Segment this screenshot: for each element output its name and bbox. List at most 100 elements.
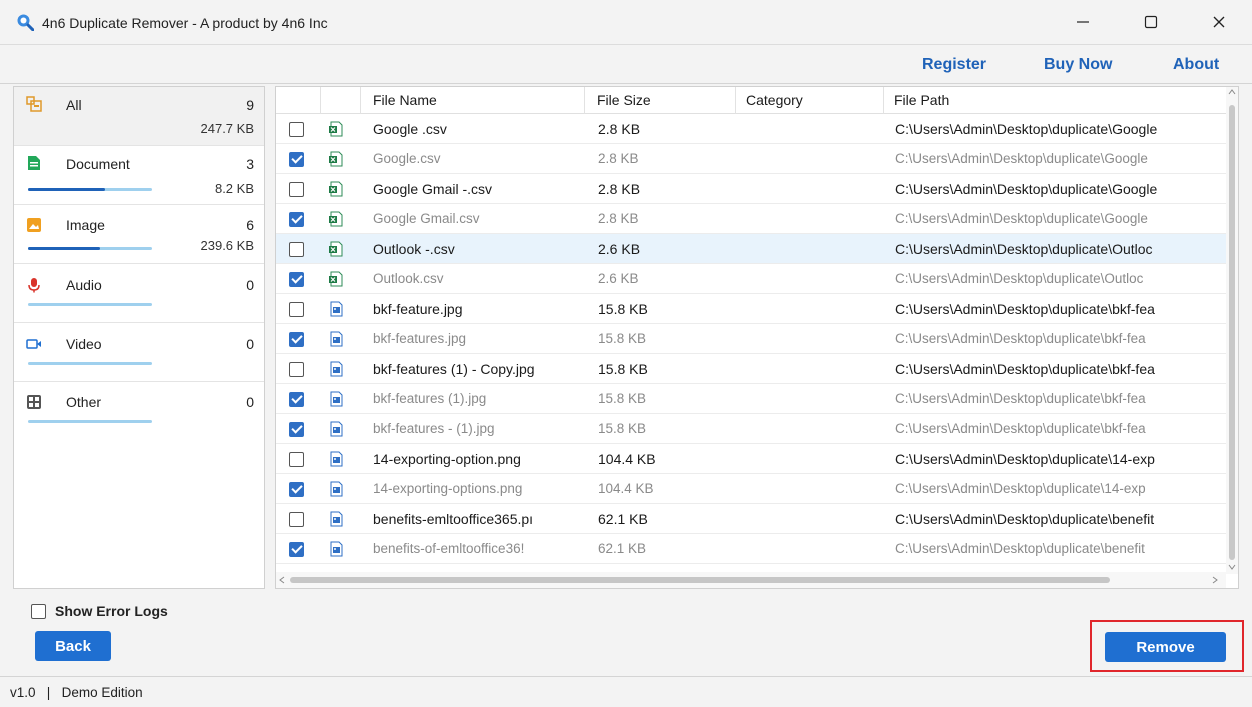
- table-row[interactable]: benefits-emltooffice365.pı 62.1 KB C:\User…: [276, 504, 1226, 534]
- file-name-cell: Outlook -.csv: [373, 241, 455, 257]
- row-checkbox[interactable]: [289, 242, 304, 257]
- table-row[interactable]: Outlook -.csv 2.6 KB C:\Users\Admin\Deskto…: [276, 234, 1226, 264]
- file-path-cell: C:\Users\Admin\Desktop\duplicate\bkf-fea: [895, 301, 1155, 317]
- file-path-cell: C:\Users\Admin\Desktop\duplicate\bkf-fea: [895, 391, 1146, 406]
- table-row[interactable]: bkf-feature.jpg 15.8 KB C:\Users\Admin\Des…: [276, 294, 1226, 324]
- row-checkbox[interactable]: [289, 182, 304, 197]
- sidebar-item-label: Document: [66, 156, 130, 172]
- table-row[interactable]: Outlook.csv 2.6 KB C:\Users\Admin\Desktop\…: [276, 264, 1226, 294]
- table-row[interactable]: 14-exporting-option.png 104.4 KB C:\Users\…: [276, 444, 1226, 474]
- row-checkbox[interactable]: [289, 392, 304, 407]
- row-checkbox[interactable]: [289, 362, 304, 377]
- row-checkbox[interactable]: [289, 302, 304, 317]
- file-size-cell: 15.8 KB: [598, 301, 648, 317]
- row-checkbox[interactable]: [289, 482, 304, 497]
- file-name-cell: Google .csv: [373, 121, 447, 137]
- category-sidebar: All 9 247.7 KB Document 3 8.2 KB Image 6…: [13, 86, 265, 589]
- file-name-cell: bkf-features (1) - Copy.jpg: [373, 361, 535, 377]
- show-error-logs-checkbox[interactable]: [31, 604, 46, 619]
- sidebar-item-video[interactable]: Video 0: [14, 323, 264, 382]
- file-path-cell: C:\Users\Admin\Desktop\duplicate\Outloc: [895, 241, 1153, 257]
- table-row[interactable]: benefits-of-emltooffice36! 62.1 KB C:\User…: [276, 534, 1226, 564]
- status-bar: v1.0 | Demo Edition: [0, 676, 1252, 707]
- table-row[interactable]: bkf-features (1).jpg 15.8 KB C:\Users\Admi…: [276, 384, 1226, 414]
- table-row[interactable]: bkf-features (1) - Copy.jpg 15.8 KB C:\Use…: [276, 354, 1226, 384]
- sidebar-item-image[interactable]: Image 6 239.6 KB: [14, 205, 264, 264]
- table-row[interactable]: Google .csv 2.8 KB C:\Users\Admin\Desktop\…: [276, 114, 1226, 144]
- sidebar-item-label: Other: [66, 394, 102, 410]
- row-checkbox[interactable]: [289, 332, 304, 347]
- csv-file-icon: [329, 181, 343, 197]
- close-button[interactable]: [1196, 0, 1242, 44]
- buy-now-link[interactable]: Buy Now: [1044, 56, 1112, 74]
- about-link[interactable]: About: [1173, 56, 1219, 74]
- column-divider: [584, 87, 585, 114]
- row-checkbox[interactable]: [289, 542, 304, 557]
- status-separator: |: [46, 685, 51, 700]
- row-checkbox[interactable]: [289, 512, 304, 527]
- file-name-cell: bkf-features (1).jpg: [373, 391, 487, 406]
- file-size-cell: 104.4 KB: [598, 451, 656, 467]
- document-icon: [28, 156, 40, 170]
- row-checkbox[interactable]: [289, 452, 304, 467]
- show-error-logs-label[interactable]: Show Error Logs: [55, 603, 168, 619]
- sidebar-item-size: 239.6 KB: [200, 238, 255, 253]
- menu-bar: Register Buy Now About: [0, 44, 1252, 84]
- microphone-icon: [28, 278, 40, 293]
- row-checkbox[interactable]: [289, 122, 304, 137]
- column-header-category[interactable]: Category: [746, 92, 803, 108]
- file-name-cell: 14-exporting-options.png: [373, 481, 523, 496]
- row-checkbox[interactable]: [289, 212, 304, 227]
- column-header-file-path[interactable]: File Path: [894, 92, 949, 108]
- file-size-cell: 104.4 KB: [598, 481, 654, 496]
- file-size-cell: 15.8 KB: [598, 421, 647, 436]
- column-header-file-name[interactable]: File Name: [373, 92, 437, 108]
- file-name-cell: Google.csv: [373, 151, 441, 166]
- close-icon: [1213, 16, 1225, 28]
- video-progress-bar: [28, 362, 152, 365]
- minimize-icon: [1077, 21, 1089, 23]
- file-path-cell: C:\Users\Admin\Desktop\duplicate\bkf-fea: [895, 421, 1146, 436]
- table-row[interactable]: Google.csv 2.8 KB C:\Users\Admin\Desktop\d…: [276, 144, 1226, 174]
- sidebar-item-label: Video: [66, 336, 102, 352]
- row-checkbox[interactable]: [289, 422, 304, 437]
- register-link[interactable]: Register: [922, 56, 986, 74]
- scroll-left-icon: [279, 576, 285, 584]
- horizontal-scrollbar[interactable]: [276, 572, 1226, 588]
- audio-progress-bar: [28, 303, 152, 306]
- horizontal-scroll-thumb[interactable]: [290, 577, 1110, 583]
- file-name-cell: Google Gmail.csv: [373, 211, 480, 226]
- maximize-button[interactable]: [1128, 0, 1174, 44]
- csv-file-icon: [329, 151, 343, 167]
- csv-file-icon: [329, 271, 343, 287]
- image-file-icon: [330, 391, 343, 407]
- image-progress-bar: [28, 247, 152, 250]
- row-checkbox[interactable]: [289, 152, 304, 167]
- image-file-icon: [330, 511, 343, 527]
- table-row[interactable]: Google Gmail.csv 2.8 KB C:\Users\Admin\Des…: [276, 204, 1226, 234]
- table-row[interactable]: bkf-features.jpg 15.8 KB C:\Users\Admin\De…: [276, 324, 1226, 354]
- sidebar-item-label: Image: [66, 217, 105, 233]
- minimize-button[interactable]: [1060, 0, 1106, 44]
- sidebar-item-all[interactable]: All 9 247.7 KB: [14, 87, 264, 146]
- sidebar-item-label: Audio: [66, 277, 102, 293]
- sidebar-item-document[interactable]: Document 3 8.2 KB: [14, 146, 264, 205]
- image-icon: [27, 218, 41, 232]
- image-file-icon: [330, 301, 343, 317]
- file-path-cell: C:\Users\Admin\Desktop\duplicate\bkf-fea: [895, 361, 1155, 377]
- table-row[interactable]: bkf-features - (1).jpg 15.8 KB C:\Users\Ad…: [276, 414, 1226, 444]
- file-size-cell: 62.1 KB: [598, 511, 648, 527]
- sidebar-item-audio[interactable]: Audio 0: [14, 264, 264, 323]
- back-button[interactable]: Back: [35, 631, 111, 661]
- file-name-cell: 14-exporting-option.png: [373, 451, 521, 467]
- vertical-scroll-thumb[interactable]: [1229, 105, 1235, 560]
- table-row[interactable]: Google Gmail -.csv 2.8 KB C:\Users\Admin\D…: [276, 174, 1226, 204]
- row-checkbox[interactable]: [289, 272, 304, 287]
- file-name-cell: bkf-features.jpg: [373, 331, 467, 346]
- sidebar-item-count: 9: [246, 97, 254, 113]
- column-header-file-size[interactable]: File Size: [597, 92, 651, 108]
- table-row[interactable]: 14-exporting-options.png 104.4 KB C:\Users…: [276, 474, 1226, 504]
- sidebar-item-other[interactable]: Other 0: [14, 382, 264, 441]
- remove-button[interactable]: Remove: [1105, 632, 1226, 662]
- vertical-scrollbar[interactable]: [1226, 87, 1238, 574]
